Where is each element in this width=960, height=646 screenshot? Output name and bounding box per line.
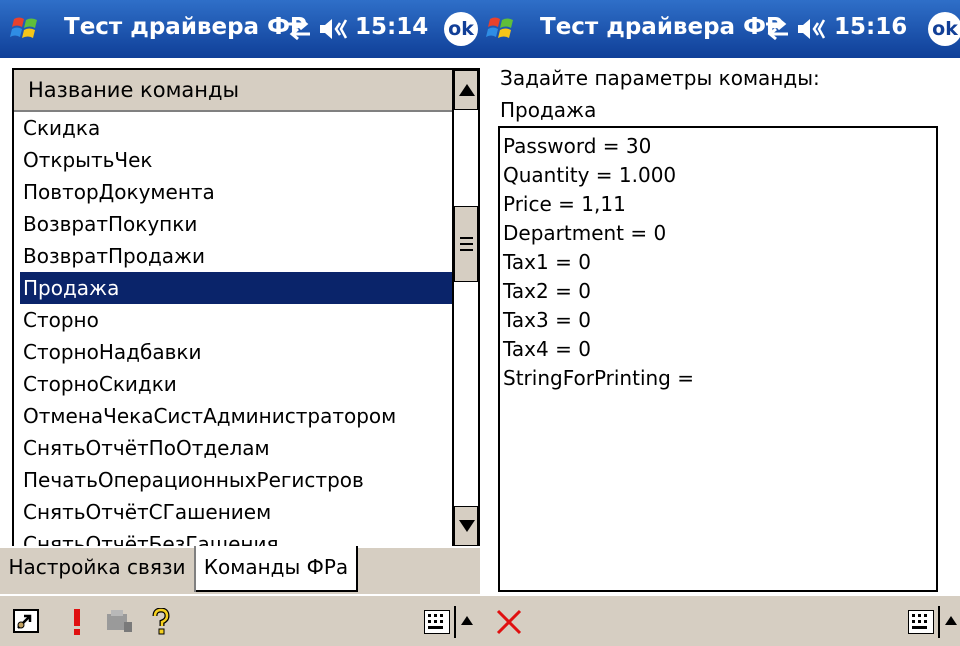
title-bar: Тест драйвера ФР 15:14 ok	[0, 0, 480, 58]
param-line: Quantity = 1.000	[503, 163, 677, 187]
list-scrollbar[interactable]	[452, 70, 478, 546]
param-line: Tax2 = 0	[503, 279, 591, 303]
list-item[interactable]: ВозвратПродажи	[14, 240, 452, 272]
list-item[interactable]: ВозвратПокупки	[14, 208, 452, 240]
connectivity-icon[interactable]	[284, 16, 314, 42]
param-line: Tax1 = 0	[503, 250, 591, 274]
grip-line	[460, 249, 473, 251]
key-space	[428, 626, 443, 629]
command-list[interactable]: Название команды Скидка ОткрытьЧек Повто…	[12, 68, 480, 548]
ok-button[interactable]: ok	[444, 12, 478, 46]
param-line: Password = 30	[503, 134, 652, 158]
exclamation-icon[interactable]	[62, 608, 92, 636]
list-header[interactable]: Название команды	[14, 70, 452, 112]
sip-separator	[938, 606, 940, 638]
list-item[interactable]: ПечатьОперационныхРегистров	[14, 464, 452, 496]
scroll-up-button[interactable]	[454, 70, 478, 110]
connect-icon[interactable]	[12, 608, 42, 636]
tab-connection-settings[interactable]: Настройка связи	[0, 546, 196, 592]
param-line: Tax4 = 0	[503, 337, 591, 361]
key-dot	[918, 620, 921, 623]
key-dot	[924, 620, 927, 623]
list-item[interactable]: ОткрытьЧек	[14, 144, 452, 176]
left-screen: Тест драйвера ФР 15:14 ok Название коман…	[0, 0, 480, 646]
tab-strip: Настройка связи Команды ФРа	[0, 546, 480, 594]
key-dot	[428, 620, 431, 623]
sip-arrow-icon[interactable]	[461, 616, 473, 625]
key-dot	[924, 614, 927, 617]
grip-line	[460, 243, 473, 245]
key-dot	[440, 620, 443, 623]
arrow-down-icon	[459, 520, 475, 532]
sip-arrow-icon[interactable]	[945, 616, 957, 625]
params-prompt: Задайте параметры команды:	[500, 66, 820, 90]
list-item[interactable]: Скидка	[14, 112, 452, 144]
close-icon[interactable]	[494, 608, 524, 636]
ok-button[interactable]: ok	[928, 12, 960, 46]
speaker-icon[interactable]	[318, 17, 350, 41]
bottom-toolbar	[480, 594, 960, 646]
command-name: Продажа	[500, 98, 597, 122]
scroll-thumb[interactable]	[454, 206, 478, 282]
key-dot	[428, 614, 431, 617]
list-rows: Скидка ОткрытьЧек ПовторДокумента Возвра…	[14, 112, 452, 546]
list-item[interactable]: СторноНадбавки	[14, 336, 452, 368]
window-title: Тест драйвера ФР	[540, 14, 783, 40]
param-line: Price = 1,11	[503, 192, 626, 216]
right-screen: Тест драйвера ФР 15:16 ok Задайте параме…	[480, 0, 960, 646]
list-item[interactable]: ПовторДокумента	[14, 176, 452, 208]
sip-separator	[454, 606, 456, 638]
list-item[interactable]: СнятьОтчётБезГашения	[14, 528, 452, 546]
param-line: StringForPrinting =	[503, 366, 694, 390]
key-dot	[440, 614, 443, 617]
window-title: Тест драйвера ФР	[64, 14, 307, 40]
keyboard-icon[interactable]	[908, 610, 934, 634]
connectivity-icon[interactable]	[762, 16, 792, 42]
param-line: Tax3 = 0	[503, 308, 591, 332]
grip-line	[460, 237, 473, 239]
title-bar: Тест драйвера ФР 15:16 ok	[480, 0, 960, 58]
speaker-icon[interactable]	[796, 17, 828, 41]
clock[interactable]: 15:16	[834, 14, 907, 40]
device-icon[interactable]	[104, 608, 134, 636]
windows-start-icon[interactable]	[10, 13, 42, 45]
keyboard-icon[interactable]	[424, 610, 450, 634]
clock[interactable]: 15:14	[355, 14, 428, 40]
list-header-label: Название команды	[28, 78, 240, 102]
key-dot	[918, 614, 921, 617]
list-item[interactable]: СнятьОтчётПоОтделам	[14, 432, 452, 464]
params-textbox[interactable]: Password = 30 Quantity = 1.000 Price = 1…	[498, 126, 938, 592]
list-item[interactable]: СторноСкидки	[14, 368, 452, 400]
key-dot	[912, 614, 915, 617]
windows-start-icon[interactable]	[486, 13, 518, 45]
list-item-selected[interactable]: Продажа	[20, 272, 452, 304]
key-dot	[434, 620, 437, 623]
tab-commands[interactable]: Команды ФРа	[196, 546, 358, 592]
scroll-down-button[interactable]	[454, 506, 478, 546]
arrow-up-icon	[459, 84, 475, 96]
bottom-toolbar	[0, 594, 480, 646]
key-dot	[912, 620, 915, 623]
param-line: Department = 0	[503, 221, 667, 245]
list-item[interactable]: Сторно	[14, 304, 452, 336]
list-item[interactable]: СнятьОтчётСГашением	[14, 496, 452, 528]
key-space	[912, 626, 927, 629]
key-dot	[434, 614, 437, 617]
help-icon[interactable]	[146, 608, 176, 636]
list-item[interactable]: ОтменаЧекаСистАдминистратором	[14, 400, 452, 432]
